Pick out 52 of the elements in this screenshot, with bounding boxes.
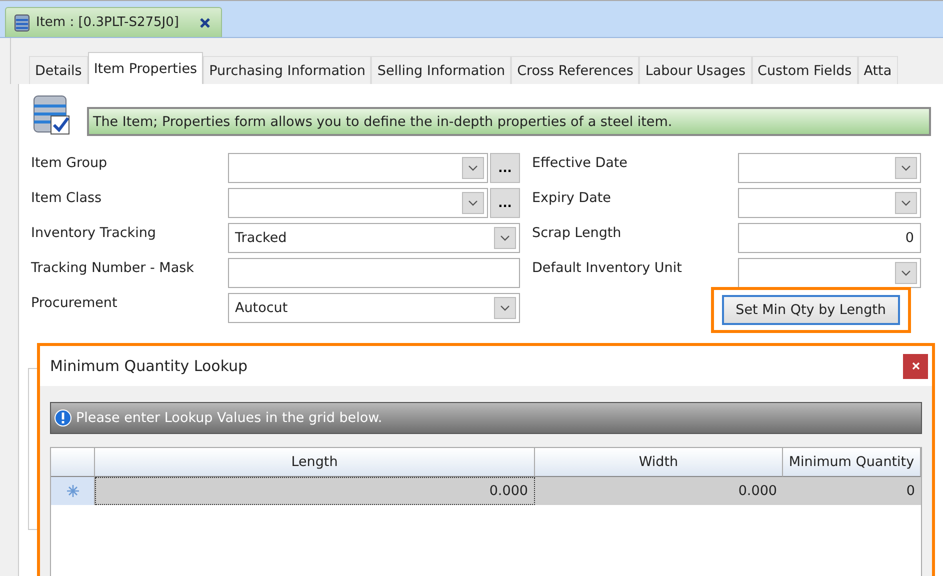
text-field[interactable] <box>228 258 520 288</box>
chevron-down-icon <box>500 305 510 311</box>
dropdown-field[interactable]: Autocut <box>228 293 520 323</box>
info-text: Please enter Lookup Values in the grid below. <box>76 410 382 426</box>
set-min-qty-button[interactable]: Set Min Qty by Length <box>722 295 900 325</box>
field-label: Item Class <box>31 189 103 208</box>
grid-cell[interactable]: 0.000 <box>95 477 535 505</box>
lookup-button[interactable]: ... <box>490 153 520 183</box>
tab[interactable]: Atta <box>858 56 898 84</box>
dropdown-field[interactable] <box>738 258 921 288</box>
tab[interactable]: Details <box>29 56 88 84</box>
dropdown-field[interactable] <box>738 153 921 183</box>
info-banner: The Item; Properties form allows you to define the in-depth properties of a steel item. <box>87 107 931 136</box>
chevron-down-icon <box>901 165 911 171</box>
tab[interactable]: Labour Usages <box>639 56 752 84</box>
column-header[interactable]: Length <box>95 448 535 477</box>
dropdown-field[interactable]: Tracked <box>228 223 520 253</box>
database-icon <box>14 14 30 32</box>
info-icon <box>54 409 72 427</box>
chevron-down-icon <box>901 270 911 276</box>
field-label: Item Group <box>31 154 108 173</box>
dropdown-field[interactable] <box>738 188 921 218</box>
number-field[interactable]: 0 <box>738 223 921 253</box>
close-button[interactable] <box>903 354 928 378</box>
chevron-down-icon <box>468 165 478 171</box>
dropdown-field[interactable] <box>228 188 488 218</box>
row-selector[interactable] <box>51 477 95 505</box>
tab[interactable]: Purchasing Information <box>203 56 372 84</box>
field-label: Inventory Tracking <box>31 224 157 243</box>
chevron-down-icon <box>468 200 478 206</box>
field-label: Effective Date <box>532 154 628 173</box>
field-label: Scrap Length <box>532 224 622 243</box>
tab[interactable]: Selling Information <box>371 56 512 84</box>
grid-cell[interactable]: 0 <box>783 477 921 505</box>
dialog-title: Minimum Quantity Lookup <box>50 357 248 375</box>
field-label: Default Inventory Unit <box>532 259 683 278</box>
lookup-button[interactable]: ... <box>490 188 520 218</box>
dropdown-field[interactable] <box>228 153 488 183</box>
field-label: Expiry Date <box>532 189 612 208</box>
tab[interactable]: Cross References <box>511 56 640 84</box>
tab[interactable]: Custom Fields <box>752 56 858 84</box>
column-header[interactable]: Minimum Quantity <box>783 448 921 477</box>
field-label: Tracking Number - Mask <box>31 259 195 278</box>
close-icon <box>912 362 920 370</box>
field-label: Procurement <box>31 294 118 313</box>
column-header[interactable]: Width <box>535 448 783 477</box>
close-icon[interactable] <box>198 16 211 28</box>
tab[interactable]: Item Properties <box>88 52 204 84</box>
chevron-down-icon <box>901 200 911 206</box>
chevron-down-icon <box>500 235 510 241</box>
document-tab[interactable]: Item : [0.3PLT-S275J0] <box>5 7 222 37</box>
grid-cell[interactable]: 0.000 <box>535 477 783 505</box>
